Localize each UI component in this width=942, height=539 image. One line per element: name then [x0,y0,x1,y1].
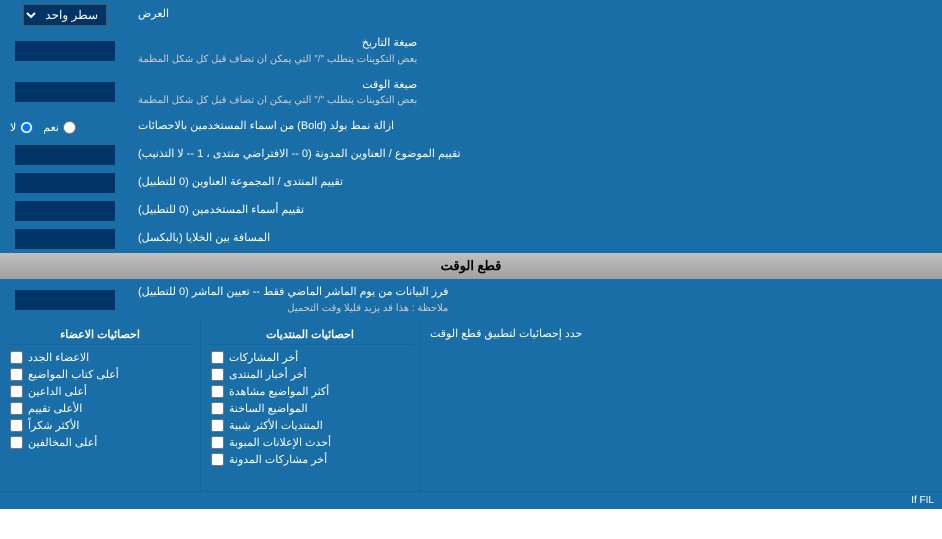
topic-sort-label: تقييم الموضوع / العناوين المدونة (0 -- ا… [130,141,942,169]
stats-posts-item-5: أحدث الإعلانات المبوبة [207,434,413,451]
time-format-input[interactable]: H:i [15,82,115,102]
stats-posts-checkbox-1[interactable] [211,368,224,381]
time-cut-label: فرز البيانات من يوم الماشر الماضي فقط --… [130,279,942,321]
forum-sort-input-cell: 33 [0,169,130,197]
topic-sort-input-cell: 33 [0,141,130,169]
stats-posts-item-4: المنتديات الأكثر شبية [207,417,413,434]
time-format-label: صيغة الوقت بعض التكوينات يتطلب "/" التي … [130,72,942,114]
stats-members-checkbox-1[interactable] [10,368,23,381]
user-sort-input[interactable]: 0 [15,201,115,221]
stats-posts-checkbox-4[interactable] [211,419,224,432]
bold-remove-no-label: لا [10,121,33,134]
bold-remove-yes-radio[interactable] [63,121,76,134]
user-sort-input-cell: 0 [0,197,130,225]
stats-members-item-3: الأعلى تقييم [6,400,194,417]
stats-posts-item-0: أخر المشاركات [207,349,413,366]
topic-sort-input[interactable]: 33 [15,145,115,165]
stats-members-item-5: أعلى المخالفين [6,434,194,451]
stats-apply-label: حدد إحصائيات لتطبيق قطع الوقت [420,321,942,491]
stats-section: حدد إحصائيات لتطبيق قطع الوقت احصائيات ا… [0,321,942,491]
user-sort-label: تقييم أسماء المستخدمين (0 للتطبيل) [130,197,942,225]
date-format-input-cell: d-m [0,30,130,72]
stats-members-checkbox-3[interactable] [10,402,23,415]
stats-posts-checkbox-0[interactable] [211,351,224,364]
stats-posts-item-3: المواضيع الساخنة [207,400,413,417]
stats-members-col: احصائيات الاعضاء الاعضاء الجدد أعلى كتاب… [0,321,200,491]
time-format-row: صيغة الوقت بعض التكوينات يتطلب "/" التي … [0,72,942,114]
stats-posts-item-1: أخر أخبار المنتدى [207,366,413,383]
stats-posts-checkbox-2[interactable] [211,385,224,398]
footer-note: If FIL [0,491,942,509]
stats-members-checkbox-0[interactable] [10,351,23,364]
date-format-label: صيغة التاريخ بعض التكوينات يتطلب "/" الت… [130,30,942,72]
stats-members-checkbox-5[interactable] [10,436,23,449]
stats-members-item-2: أعلى الداعين [6,383,194,400]
forum-sort-input[interactable]: 33 [15,173,115,193]
display-select[interactable]: سطر واحد سطرين ثلاثة أسطر [23,4,107,26]
date-format-row: صيغة التاريخ بعض التكوينات يتطلب "/" الت… [0,30,942,72]
time-cut-header: قطع الوقت [0,253,942,279]
time-cut-section: قطع الوقت [0,253,942,279]
bold-remove-no-radio[interactable] [20,121,33,134]
stats-members-item-1: أعلى كتاب المواضيع [6,366,194,383]
cell-spacing-row: المسافة بين الخلايا (بالبكسل) 2 [0,225,942,253]
stats-members-header: احصائيات الاعضاء [6,325,194,345]
stats-members-item-4: الأكثر شكراً [6,417,194,434]
stats-posts-item-2: أكثر المواضيع مشاهدة [207,383,413,400]
time-cut-row: فرز البيانات من يوم الماشر الماضي فقط --… [0,279,942,321]
stats-posts-checkbox-3[interactable] [211,402,224,415]
stats-members-checkbox-2[interactable] [10,385,23,398]
bold-remove-yes-label: نعم [43,121,76,134]
date-format-input[interactable]: d-m [15,41,115,61]
bold-remove-options: نعم لا [0,113,130,141]
stats-posts-col: احصائيات المنتديات أخر المشاركات أخر أخب… [200,321,420,491]
bold-remove-label: ازالة نمط بولد (Bold) من اسماء المستخدمي… [130,113,942,141]
stats-posts-checkbox-5[interactable] [211,436,224,449]
stats-members-item-0: الاعضاء الجدد [6,349,194,366]
cell-spacing-input[interactable]: 2 [15,229,115,249]
header-row: العرض سطر واحد سطرين ثلاثة أسطر [0,0,942,30]
display-select-cell: سطر واحد سطرين ثلاثة أسطر [0,0,130,30]
stats-posts-checkbox-6[interactable] [211,453,224,466]
topic-sort-row: تقييم الموضوع / العناوين المدونة (0 -- ا… [0,141,942,169]
stats-members-checkbox-4[interactable] [10,419,23,432]
time-format-input-cell: H:i [0,72,130,114]
cell-spacing-label: المسافة بين الخلايا (بالبكسل) [130,225,942,253]
time-cut-input[interactable]: 0 [15,290,115,310]
time-cut-input-cell: 0 [0,279,130,321]
header-label: العرض [130,0,942,30]
forum-sort-label: تقييم المنتدى / المجموعة العناوين (0 للت… [130,169,942,197]
stats-posts-header: احصائيات المنتديات [207,325,413,345]
stats-posts-item-6: أخر مشاركات المدونة [207,451,413,468]
bold-remove-row: ازالة نمط بولد (Bold) من اسماء المستخدمي… [0,113,942,141]
user-sort-row: تقييم أسماء المستخدمين (0 للتطبيل) 0 [0,197,942,225]
forum-sort-row: تقييم المنتدى / المجموعة العناوين (0 للت… [0,169,942,197]
cell-spacing-input-cell: 2 [0,225,130,253]
